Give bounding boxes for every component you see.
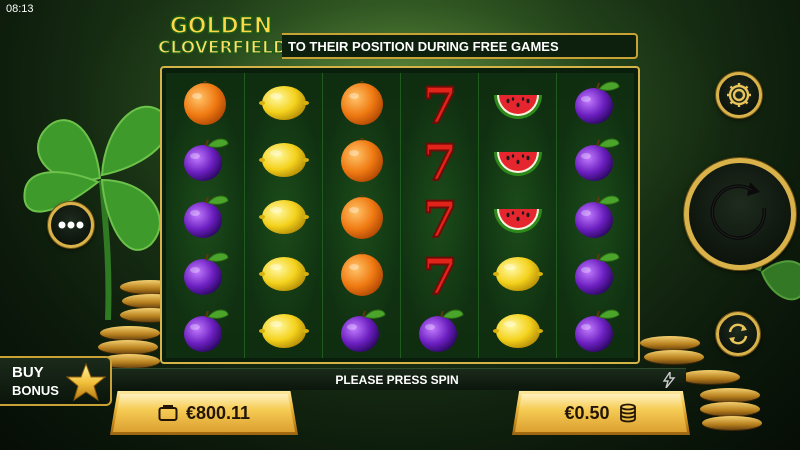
- buy-bonus-label-2: BONUS: [12, 383, 59, 398]
- spin-button[interactable]: [684, 158, 796, 270]
- status-message: PLEASE PRESS SPIN: [335, 372, 459, 387]
- reel-symbol: [245, 301, 322, 358]
- reel-grid: 7777: [160, 66, 640, 364]
- buy-bonus-button[interactable]: BUY BONUS: [0, 356, 112, 406]
- reel-symbol: [479, 244, 556, 301]
- svg-text:7: 7: [422, 190, 457, 243]
- buy-bonus-label-1: BUY: [12, 364, 44, 381]
- lemon-icon: [258, 313, 309, 348]
- plum-icon: [418, 309, 464, 352]
- reel-symbol: 7: [401, 244, 478, 301]
- star-icon: [66, 362, 106, 402]
- reel-4: 7777: [400, 73, 478, 358]
- wallet-icon: [158, 405, 178, 421]
- reel-symbol: [323, 187, 400, 244]
- marquee-text: TO THEIR POSITION DURING FREE GAMES: [288, 38, 559, 54]
- watermelon-icon: [493, 151, 542, 176]
- svg-text:7: 7: [422, 76, 457, 129]
- reel-symbol: [323, 130, 400, 187]
- seven-icon: 7: [421, 132, 458, 186]
- more-icon: [58, 221, 84, 229]
- plum-icon: [184, 138, 229, 181]
- reel-symbol: [401, 301, 478, 358]
- plum-icon: [184, 195, 229, 238]
- reel-symbol: [557, 73, 634, 130]
- turbo-bolt-icon[interactable]: [662, 372, 676, 388]
- bet-display[interactable]: €0.50: [512, 391, 690, 435]
- lemon-icon: [258, 85, 309, 120]
- lemon-icon: [492, 313, 543, 348]
- orange-icon: [340, 251, 383, 296]
- orange-icon: [184, 80, 226, 125]
- plum-icon: [184, 252, 229, 295]
- plum-icon: [574, 309, 620, 352]
- coin-stack-icon: [619, 403, 636, 423]
- reel-symbol: [166, 187, 244, 244]
- reel-symbol: [166, 301, 244, 358]
- seven-icon: 7: [421, 189, 458, 243]
- reel-symbol: [166, 130, 244, 187]
- reel-5: [478, 73, 556, 358]
- reel-symbol: [245, 73, 322, 130]
- lemon-icon: [492, 256, 543, 291]
- plum-icon: [574, 81, 620, 124]
- reel-symbol: [245, 130, 322, 187]
- lemon-icon: [258, 142, 309, 177]
- lemon-icon: [258, 199, 309, 234]
- reel-symbol: [479, 73, 556, 130]
- plum-icon: [574, 252, 620, 295]
- reel-symbol: [557, 187, 634, 244]
- reel-symbol: [166, 244, 244, 301]
- reel-1: [166, 73, 244, 358]
- reel-symbol: [557, 301, 634, 358]
- logo-line-2: CLOVERFIELD: [157, 37, 288, 58]
- seven-icon: 7: [421, 75, 458, 129]
- reel-symbol: [557, 130, 634, 187]
- orange-icon: [340, 80, 383, 125]
- menu-button[interactable]: [48, 202, 94, 248]
- balance-value: €800.11: [185, 402, 251, 423]
- orange-icon: [340, 137, 383, 182]
- gear-icon: [727, 83, 751, 107]
- balance-display[interactable]: €800.11: [110, 391, 298, 435]
- svg-text:7: 7: [422, 133, 457, 186]
- plum-icon: [574, 195, 620, 238]
- reel-symbol: [166, 73, 244, 130]
- seven-icon: 7: [421, 246, 458, 300]
- reel-3: [322, 73, 400, 358]
- reel-symbol: [479, 187, 556, 244]
- reel-symbol: [323, 301, 400, 358]
- autoplay-icon: [728, 323, 748, 345]
- reel-symbol: [245, 244, 322, 301]
- reel-2: [244, 73, 322, 358]
- status-bar-clock: 08:13: [6, 3, 34, 15]
- autoplay-button[interactable]: [716, 312, 760, 356]
- watermelon-icon: [493, 94, 542, 119]
- svg-text:7: 7: [422, 247, 457, 300]
- reel-symbol: [323, 73, 400, 130]
- spin-arrow-icon: [710, 182, 767, 240]
- reel-symbol: 7: [401, 187, 478, 244]
- game-logo: GOLDEN CLOVERFIELD: [157, 14, 288, 66]
- settings-button[interactable]: [716, 72, 762, 118]
- plum-icon: [340, 309, 386, 352]
- reel-symbol: [245, 187, 322, 244]
- orange-icon: [340, 194, 383, 239]
- reel-symbol: [557, 244, 634, 301]
- message-bar: PLEASE PRESS SPIN: [108, 368, 686, 390]
- plum-icon: [184, 309, 229, 352]
- watermelon-icon: [493, 208, 542, 233]
- plum-icon: [574, 138, 620, 181]
- logo-line-1: GOLDEN: [169, 14, 273, 39]
- reel-symbol: 7: [401, 130, 478, 187]
- lemon-icon: [258, 256, 309, 291]
- reel-symbol: [323, 244, 400, 301]
- reel-6: [556, 73, 634, 358]
- bet-value: €0.50: [564, 402, 610, 423]
- info-marquee: TO THEIR POSITION DURING FREE GAMES: [282, 33, 638, 59]
- reel-symbol: [479, 301, 556, 358]
- reel-symbol: 7: [401, 73, 478, 130]
- reel-symbol: [479, 130, 556, 187]
